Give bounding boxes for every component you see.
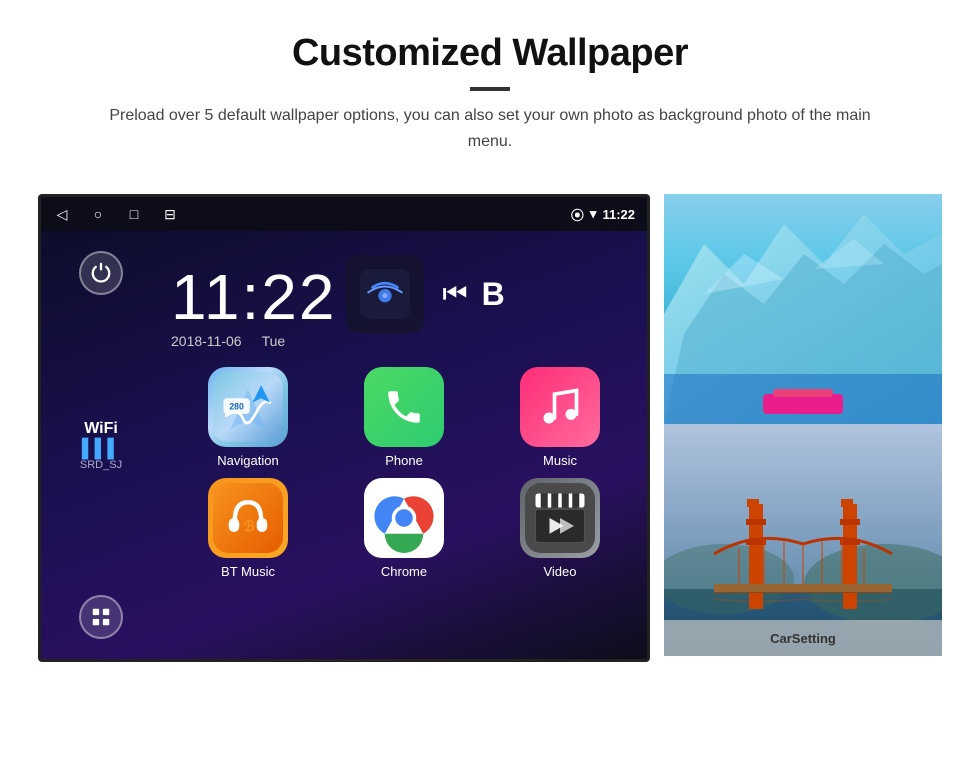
svg-text:280: 280 [229,402,244,412]
page-description: Preload over 5 default wallpaper options… [100,103,880,154]
carsetting-area: CarSetting [664,620,942,656]
app-item-phone[interactable]: Phone [331,367,477,468]
top-icons: ⏮ B [336,245,514,333]
location-icon: ⦿ [571,205,584,224]
recents-icon: □ [125,205,143,223]
prev-track-icon[interactable]: ⏮ [442,278,467,311]
status-bar-right: ⦿ ▾ 11:22 [571,205,635,224]
btmusic-label: BT Music [221,564,275,579]
svg-text:ℬ: ℬ [244,518,255,534]
chrome-label: Chrome [381,564,427,579]
chrome-icon [364,478,444,558]
page-title: Customized Wallpaper [60,32,920,75]
power-button[interactable] [79,251,123,295]
phone-label: Phone [385,453,423,468]
main-area: 11:22 2018-11-06 Tue [161,231,647,659]
back-icon: ◁ [53,205,71,223]
home-screen: WiFi ▌▌▌ SRD_SJ [41,231,647,659]
music-icon [520,367,600,447]
wifi-ssid: SRD_SJ [80,459,122,471]
clock-date-value: 2018-11-06 [171,333,242,349]
wifi-label: WiFi [80,420,122,438]
music-label: Music [543,453,577,468]
wifi-bars-icon: ▌▌▌ [80,438,122,459]
cast-icon-box[interactable] [346,255,424,333]
status-time: 11:22 [602,207,635,222]
page-header: Customized Wallpaper Preload over 5 defa… [0,0,980,174]
screenshot-icon: ⊟ [161,205,179,223]
clock-widget: 11:22 2018-11-06 Tue [161,245,336,349]
app-item-music[interactable]: Music [487,367,633,468]
phone-icon [364,367,444,447]
left-sidebar: WiFi ▌▌▌ SRD_SJ [41,231,161,659]
app-item-btmusic[interactable]: ℬ BT Music [175,478,321,579]
apps-grid-button[interactable] [79,595,123,639]
wifi-status-icon: ▾ [590,206,597,222]
app-item-video[interactable]: Video [487,478,633,579]
navigation-label: Navigation [217,453,278,468]
app-item-navigation[interactable]: 280 Navigation [175,367,321,468]
app-item-chrome[interactable]: Chrome [331,478,477,579]
wifi-widget: WiFi ▌▌▌ SRD_SJ [80,420,122,471]
clock-day-value: Tue [262,333,286,349]
main-content: ◁ ○ □ ⊟ ⦿ ▾ 11:22 WiFi [0,174,980,692]
video-label: Video [543,564,576,579]
status-bar: ◁ ○ □ ⊟ ⦿ ▾ 11:22 [41,197,647,231]
clock-time: 11:22 [171,265,336,329]
btmusic-icon: ℬ [208,478,288,558]
carsetting-label: CarSetting [770,631,836,646]
bluetooth-or-bold-icon: B [482,276,505,313]
navigation-icon: 280 [208,367,288,447]
clock-date: 2018-11-06 Tue [171,333,336,349]
wallpaper-thumb-bridge[interactable]: CarSetting [664,424,942,656]
wallpaper-strip: CarSetting [664,194,942,656]
wallpaper-thumb-ice[interactable] [664,194,942,424]
android-screen: ◁ ○ □ ⊟ ⦿ ▾ 11:22 WiFi [38,194,650,662]
title-divider [470,87,510,91]
status-bar-nav: ◁ ○ □ ⊟ [53,205,179,223]
app-grid: 280 Navigation [161,349,647,593]
home-icon: ○ [89,205,107,223]
video-icon [520,478,600,558]
